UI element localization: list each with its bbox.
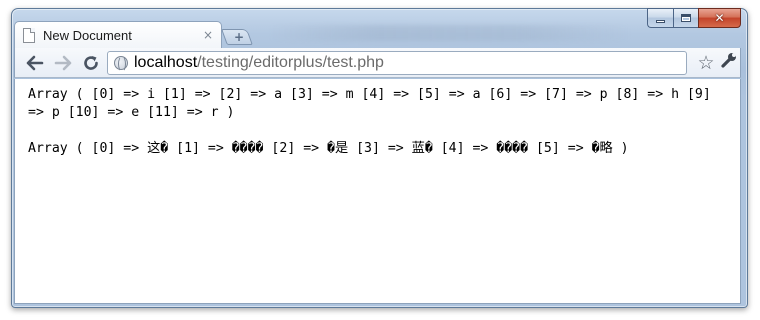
back-arrow-icon bbox=[26, 55, 44, 71]
toolbar: localhost /testing/editorplus/test.php ☆ bbox=[14, 48, 741, 78]
address-bar[interactable]: localhost /testing/editorplus/test.php bbox=[107, 51, 687, 75]
tab-close-icon[interactable]: × bbox=[203, 28, 213, 42]
reload-icon bbox=[84, 56, 98, 70]
url-path: /testing/editorplus/test.php bbox=[197, 54, 384, 71]
back-button[interactable] bbox=[23, 51, 47, 75]
close-window-button[interactable]: ✕ bbox=[698, 8, 741, 28]
page-content: Array ( [0] => i [1] => [2] => a [3] => … bbox=[14, 79, 741, 304]
output-line-ascii: Array ( [0] => i [1] => [2] => a [3] => … bbox=[28, 87, 719, 120]
tab-title: New Document bbox=[43, 27, 132, 43]
output-line-chinese: Array ( [0] => 这� [1] => ���� [2] => �是 … bbox=[28, 141, 629, 156]
minimize-button[interactable] bbox=[647, 8, 673, 28]
wrench-icon bbox=[721, 53, 736, 68]
maximize-button[interactable] bbox=[673, 8, 698, 28]
line-spacer bbox=[28, 122, 740, 140]
plus-icon[interactable]: + bbox=[232, 30, 246, 44]
url-host: localhost bbox=[134, 54, 198, 71]
forward-arrow-icon bbox=[54, 55, 72, 71]
tab-new-document[interactable]: New Document × bbox=[14, 21, 222, 48]
wrench-menu-button[interactable] bbox=[718, 51, 740, 75]
document-icon bbox=[23, 27, 35, 43]
maximize-icon bbox=[681, 14, 691, 22]
caption-buttons: ✕ bbox=[647, 8, 741, 29]
reload-button[interactable] bbox=[79, 51, 103, 75]
minimize-icon bbox=[656, 19, 665, 23]
forward-button[interactable] bbox=[51, 51, 75, 75]
bookmark-star-icon[interactable]: ☆ bbox=[695, 51, 717, 75]
close-icon: ✕ bbox=[714, 11, 725, 25]
blurred-background bbox=[270, 25, 630, 41]
globe-icon bbox=[114, 56, 128, 72]
